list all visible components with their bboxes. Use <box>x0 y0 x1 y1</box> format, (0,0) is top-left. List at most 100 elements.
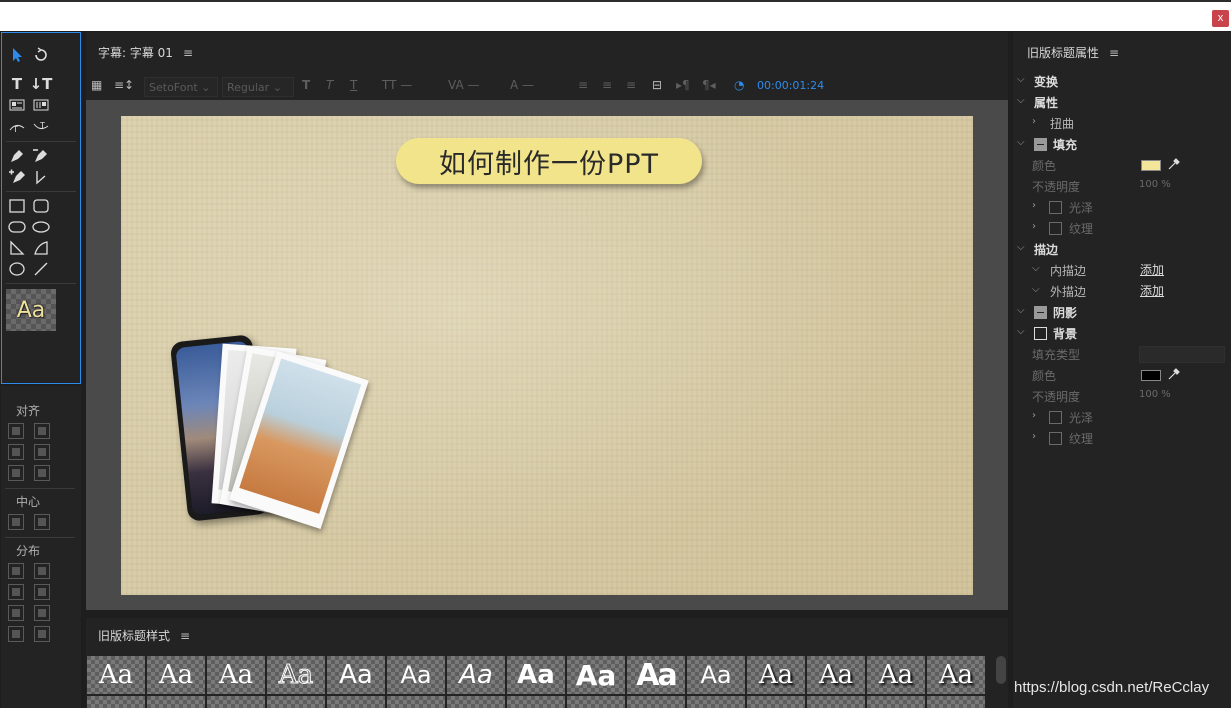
fill-type-dropdown[interactable] <box>1139 346 1225 363</box>
attributes-row[interactable]: ⌵ 属性 <box>1013 92 1231 112</box>
convert-anchor-tool-icon[interactable] <box>30 167 52 187</box>
style-swatch-row2[interactable] <box>327 696 385 708</box>
bg-sheen-row[interactable]: › 光泽 <box>1013 407 1231 427</box>
font-size-icon[interactable]: TT — <box>382 78 412 92</box>
video-frame[interactable]: 如何制作一份PPT <box>121 116 973 595</box>
clipped-corner-rectangle-tool-icon[interactable] <box>6 217 28 237</box>
style-swatch-row2[interactable] <box>507 696 565 708</box>
selection-tool-icon[interactable] <box>6 45 28 65</box>
fill-checkbox[interactable] <box>1034 138 1047 151</box>
eyedropper-icon[interactable] <box>1167 367 1181 381</box>
roll-crawl-options-icon[interactable]: ≡↕ <box>114 78 134 92</box>
chevron-down-icon[interactable]: ⌵ <box>1032 263 1040 274</box>
title-text-box[interactable]: 如何制作一份PPT <box>396 138 702 184</box>
style-swatch[interactable]: Aa <box>507 656 565 694</box>
style-swatch-row2[interactable] <box>627 696 685 708</box>
style-swatch-row2[interactable] <box>807 696 865 708</box>
strokes-row[interactable]: ⌵ 描边 <box>1013 239 1231 259</box>
distribute-middle-icon[interactable] <box>34 584 50 600</box>
align-center-text-icon[interactable]: ≡ <box>602 78 612 92</box>
style-swatch[interactable]: Aa <box>567 656 625 694</box>
align-vertical-center-icon[interactable] <box>34 444 50 460</box>
inner-strokes-row[interactable]: ⌵ 内描边 添加 <box>1013 260 1231 280</box>
timecode[interactable]: 00:00:01:24 <box>757 79 824 92</box>
add-anchor-tool-icon[interactable] <box>6 167 28 187</box>
current-style-swatch[interactable]: Aa <box>6 289 56 331</box>
vertical-area-type-tool-icon[interactable] <box>30 95 52 115</box>
area-type-tool-icon[interactable] <box>6 95 28 115</box>
align-horizontal-center-icon[interactable] <box>8 444 24 460</box>
style-swatch[interactable]: Aa <box>87 656 145 694</box>
chevron-down-icon[interactable]: ⌵ <box>1017 137 1025 148</box>
distribute-h-space-icon[interactable] <box>8 626 24 642</box>
align-bottom-icon[interactable] <box>34 465 50 481</box>
ltr-paragraph-icon[interactable]: ¶◂ <box>702 78 716 92</box>
fill-sheen-row[interactable]: › 光泽 <box>1013 197 1231 217</box>
chevron-down-icon[interactable]: ⌵ <box>1017 305 1025 316</box>
style-swatch[interactable]: Aa <box>867 656 925 694</box>
style-swatch-row2[interactable] <box>927 696 985 708</box>
font-family-dropdown[interactable]: SetoFont ⌄ <box>144 77 218 97</box>
style-swatch[interactable]: Aa <box>627 656 685 694</box>
panel-menu-icon[interactable]: ≡ <box>183 46 193 60</box>
style-swatch[interactable]: Aa <box>327 656 385 694</box>
wedge-tool-icon[interactable] <box>6 238 28 258</box>
chevron-down-icon[interactable]: ⌵ <box>1032 284 1040 295</box>
sheen-checkbox[interactable] <box>1049 201 1062 214</box>
style-swatch[interactable]: Aa <box>747 656 805 694</box>
distribute-v-space-icon[interactable] <box>34 626 50 642</box>
style-swatch-row2[interactable] <box>207 696 265 708</box>
align-top-icon[interactable] <box>34 423 50 439</box>
style-swatch-row2[interactable] <box>87 696 145 708</box>
style-swatch-row2[interactable] <box>267 696 325 708</box>
chevron-down-icon[interactable]: ⌵ <box>1017 74 1025 85</box>
background-row[interactable]: ⌵ 背景 <box>1013 323 1231 343</box>
distort-row[interactable]: › 扭曲 <box>1013 113 1231 133</box>
kerning-icon[interactable]: VA — <box>448 78 479 92</box>
distribute-top-icon[interactable] <box>34 563 50 579</box>
chevron-right-icon[interactable]: › <box>1032 431 1036 442</box>
outer-strokes-row[interactable]: ⌵ 外描边 添加 <box>1013 281 1231 301</box>
align-right-text-icon[interactable]: ≡ <box>626 78 636 92</box>
background-checkbox[interactable] <box>1034 327 1047 340</box>
rtl-paragraph-icon[interactable]: ▸¶ <box>676 78 690 92</box>
center-horizontal-icon[interactable] <box>8 514 24 530</box>
style-swatch-row2[interactable] <box>147 696 205 708</box>
texture-checkbox[interactable] <box>1049 222 1062 235</box>
bold-icon[interactable]: T <box>302 78 310 92</box>
underline-icon[interactable]: T <box>350 78 357 92</box>
leading-icon[interactable]: A — <box>510 78 534 92</box>
font-style-dropdown[interactable]: Regular ⌄ <box>222 77 294 97</box>
fill-opacity-value[interactable]: 100 % <box>1139 179 1171 190</box>
bg-opacity-value[interactable]: 100 % <box>1139 389 1171 400</box>
fill-row[interactable]: ⌵ 填充 <box>1013 134 1231 154</box>
style-swatch[interactable]: Aa <box>447 656 505 694</box>
style-swatch[interactable]: Aa <box>687 656 745 694</box>
distribute-center-icon[interactable] <box>8 584 24 600</box>
align-right-icon[interactable] <box>8 465 24 481</box>
ellipse-tool-icon[interactable] <box>6 259 28 279</box>
chevron-down-icon[interactable]: ⌵ <box>1017 326 1025 337</box>
style-swatch[interactable]: Aa <box>927 656 985 694</box>
style-swatch-row2[interactable] <box>867 696 925 708</box>
bg-color-swatch[interactable] <box>1141 370 1161 381</box>
style-swatch-row2[interactable] <box>687 696 745 708</box>
path-type-tool-icon[interactable]: T <box>6 117 28 137</box>
style-swatch[interactable]: Aa <box>387 656 445 694</box>
inner-strokes-add-link[interactable]: 添加 <box>1140 261 1164 278</box>
arc-tool-icon[interactable] <box>30 238 52 258</box>
style-swatch[interactable]: Aa <box>147 656 205 694</box>
type-tool-icon[interactable]: T <box>6 74 28 94</box>
line-tool-icon[interactable] <box>30 259 52 279</box>
style-swatch[interactable]: Aa <box>807 656 865 694</box>
texture-checkbox[interactable] <box>1049 432 1062 445</box>
chevron-down-icon[interactable]: ⌵ <box>1017 242 1025 253</box>
props-menu-icon[interactable]: ≡ <box>1109 46 1119 60</box>
chevron-right-icon[interactable]: › <box>1032 410 1036 421</box>
rounded-corner-rectangle-tool-icon[interactable] <box>30 217 52 237</box>
chevron-right-icon[interactable]: › <box>1032 116 1036 127</box>
align-left-text-icon[interactable]: ≡ <box>578 78 588 92</box>
rounded-rectangle-tool-icon[interactable] <box>30 196 52 216</box>
fill-color-swatch[interactable] <box>1141 160 1161 171</box>
fill-texture-row[interactable]: › 纹理 <box>1013 218 1231 238</box>
